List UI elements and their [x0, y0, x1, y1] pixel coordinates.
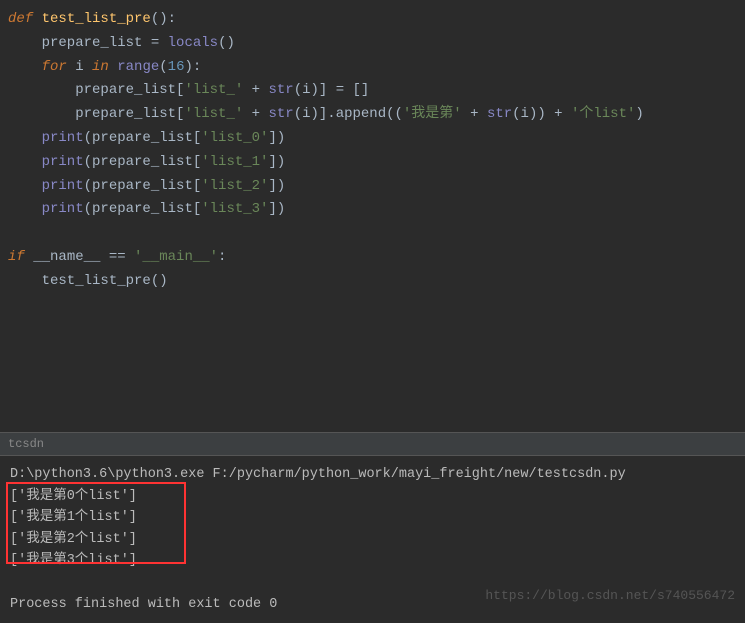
console-command: D:\python3.6\python3.exe F:/pycharm/pyth… — [10, 464, 735, 486]
function-name: test_list_pre — [33, 11, 151, 27]
run-tab-label[interactable]: tcsdn — [8, 437, 44, 451]
console-output-line: ['我是第1个list'] — [10, 507, 735, 529]
watermark-text: https://blog.csdn.net/s740556472 — [485, 586, 735, 607]
keyword-if: if — [8, 249, 25, 265]
code-line — [8, 222, 745, 246]
code-line: print(prepare_list['list_1']) — [8, 151, 745, 175]
builtin-print: print — [8, 178, 84, 194]
builtin-locals: locals — [168, 35, 218, 51]
code-line: print(prepare_list['list_0']) — [8, 127, 745, 151]
code-line: prepare_list['list_' + str(i)].append(('… — [8, 103, 745, 127]
keyword-def: def — [8, 11, 33, 27]
code-line: for i in range(16): — [8, 56, 745, 80]
console-output[interactable]: D:\python3.6\python3.exe F:/pycharm/pyth… — [0, 455, 745, 623]
code-line: print(prepare_list['list_3']) — [8, 198, 745, 222]
builtin-print: print — [8, 130, 84, 146]
console-output-line: ['我是第3个list'] — [10, 550, 735, 572]
code-editor[interactable]: def test_list_pre(): prepare_list = loca… — [0, 0, 745, 432]
code-line: prepare_list = locals() — [8, 32, 745, 56]
code-line: if __name__ == '__main__': — [8, 246, 745, 270]
keyword-for: for — [8, 59, 67, 75]
builtin-print: print — [8, 201, 84, 217]
console-output-line: ['我是第2个list'] — [10, 529, 735, 551]
run-tab-bar: tcsdn — [0, 432, 745, 455]
code-line: test_list_pre() — [8, 270, 745, 294]
code-line: def test_list_pre(): — [8, 8, 745, 32]
builtin-range: range — [109, 59, 159, 75]
code-line: prepare_list['list_' + str(i)] = [] — [8, 79, 745, 103]
console-output-line: ['我是第0个list'] — [10, 486, 735, 508]
keyword-in: in — [92, 59, 109, 75]
code-line: print(prepare_list['list_2']) — [8, 175, 745, 199]
builtin-print: print — [8, 154, 84, 170]
